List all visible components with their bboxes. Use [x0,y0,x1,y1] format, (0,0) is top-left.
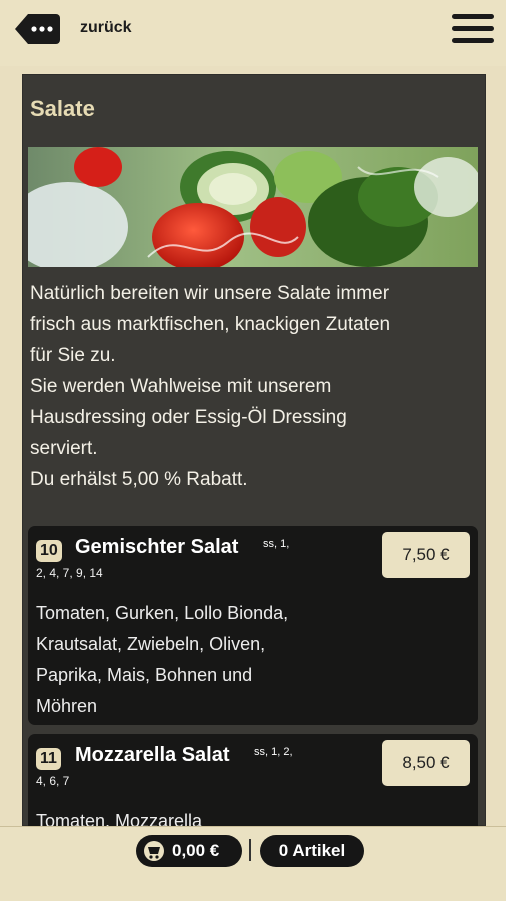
page-title: Salate [30,96,95,121]
menu-item-card[interactable]: 10 Gemischter Salat ss, 1, 2, 4, 7, 9, 1… [28,526,478,725]
allergen-codes-continued: 2, 4, 7, 9, 14 [36,566,103,580]
menu-item-card[interactable]: 11 Mozzarella Salat ss, 1, 2, 4, 6, 7 8,… [28,734,478,826]
ellipsis-tag-icon [15,14,60,44]
item-description: Tomaten, Gurken, Lollo Bionda, Krautsala… [36,598,336,722]
price-button[interactable]: 7,50 € [382,532,470,578]
cart-total-value: 0,00 € [172,841,220,860]
intro-line: für Sie zu. [30,345,116,366]
article-count-button[interactable]: 0 Artikel [260,835,364,867]
price-button[interactable]: 8,50 € [382,740,470,786]
item-name: Gemischter Salat [75,536,239,558]
allergen-codes: ss, 1, [263,538,290,550]
category-panel: Salate Natürlich bereiten wir unsere Sal… [22,74,486,826]
allergen-codes: ss, 1, 2, [254,746,293,758]
intro-line: Hausdressing oder Essig-Öl Dressing [30,407,347,428]
top-bar: zurück [0,0,506,66]
intro-line: Natürlich bereiten wir unsere Salate imm… [30,283,390,304]
salad-banner-image [28,147,478,267]
item-description: Tomaten, Mozzarella [36,806,336,826]
bottom-bar: 0,00 € 0 Artikel [0,826,506,901]
description-line: Tomaten, Mozzarella [36,811,203,826]
intro-line: frisch aus marktfischen, knackigen Zutat… [30,314,391,335]
description-line: Krautsalat, Zwiebeln, Oliven, [36,634,266,654]
back-label[interactable]: zurück [80,19,132,37]
allergen-codes-continued: 4, 6, 7 [36,774,70,788]
description-line: Tomaten, Gurken, Lollo Bionda, [36,603,289,623]
description-line: Möhren [36,696,98,716]
shopping-cart-icon [144,841,164,861]
hamburger-menu-icon[interactable] [452,14,494,46]
intro-line: Sie werden Wahlweise mit unserem [30,376,332,397]
cart-total-button[interactable]: 0,00 € [136,835,242,867]
item-number-badge: 11 [36,748,61,770]
intro-line: serviert. [30,438,98,459]
back-button[interactable] [14,12,60,46]
item-number-badge: 10 [36,540,62,562]
category-intro: Natürlich bereiten wir unsere Salate imm… [30,278,478,495]
description-line: Paprika, Mais, Bohnen und [36,665,253,685]
divider [249,839,251,861]
discount-note: Du erhälst 5,00 % Rabatt. [30,469,248,490]
item-name: Mozzarella Salat [75,744,230,766]
